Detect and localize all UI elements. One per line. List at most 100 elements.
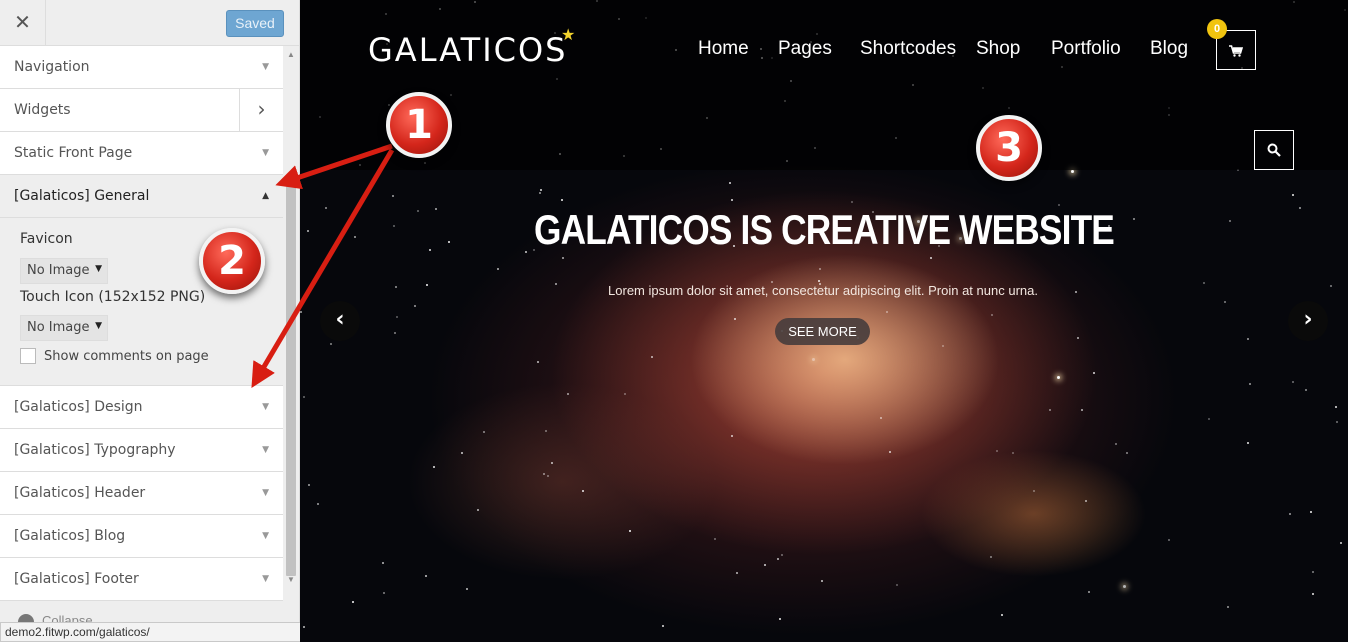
step-marker-1: 1 [386, 92, 452, 158]
star-dot [1312, 593, 1314, 595]
search-icon [1267, 143, 1281, 157]
star-dot [582, 490, 584, 492]
customizer-sidebar: ✕ Saved Navigation ▼ Widgets › Static Fr… [0, 0, 300, 642]
star-dot [1077, 337, 1079, 339]
site-header [300, 0, 1348, 170]
touch-icon-label: Touch Icon (152x152 PNG) [20, 289, 206, 305]
section-label: [Galaticos] Header [14, 485, 146, 501]
star-dot [354, 236, 356, 238]
star-dot [851, 201, 853, 203]
star-dot [562, 257, 564, 259]
hero-text: Lorem ipsum dolor sit amet, consectetur … [608, 283, 1038, 298]
touch-icon-select[interactable]: No Image ▼ [20, 315, 108, 341]
star-dot [1247, 442, 1249, 444]
favicon-label: Favicon [20, 231, 73, 247]
slider-next-icon[interactable]: › [1288, 301, 1328, 341]
favicon-select[interactable]: No Image ▼ [20, 258, 108, 284]
step-marker-3: 3 [976, 115, 1042, 181]
star-dot [1292, 194, 1294, 196]
nav-item-shortcodes[interactable]: Shortcodes [860, 38, 956, 60]
star-dot [567, 393, 569, 395]
star-dot [1123, 585, 1126, 588]
favicon-select-value: No Image [27, 263, 90, 278]
step-marker-2: 2 [199, 228, 265, 294]
section-galaticos-general[interactable]: [Galaticos] General ▲ [0, 175, 283, 218]
section-static-front-page[interactable]: Static Front Page ▼ [0, 132, 283, 175]
scrollbar-thumb[interactable] [286, 182, 296, 576]
section-galaticos-design[interactable]: [Galaticos] Design ▼ [0, 386, 283, 429]
star-dot [779, 618, 781, 620]
star-dot [1335, 406, 1337, 408]
logo-star-icon: ★ [561, 27, 576, 44]
section-galaticos-footer[interactable]: [Galaticos] Footer ▼ [0, 558, 283, 601]
nav-item-shop[interactable]: Shop [976, 38, 1020, 60]
star-dot [991, 314, 993, 316]
star-dot [819, 268, 821, 270]
site-logo[interactable]: GALATICOS [368, 31, 567, 69]
sidebar-scrollbar[interactable]: ▲ ▼ [284, 46, 298, 588]
caret-down-icon: ▼ [262, 445, 269, 455]
section-galaticos-blog[interactable]: [Galaticos] Blog ▼ [0, 515, 283, 558]
caret-down-icon: ▼ [262, 402, 269, 412]
star-dot [777, 558, 779, 560]
star-dot [461, 452, 463, 454]
star-dot [540, 189, 542, 191]
caret-down-icon: ▼ [262, 62, 269, 72]
section-label: Widgets [14, 102, 71, 118]
scroll-down-icon[interactable]: ▼ [287, 575, 295, 584]
section-widgets[interactable]: Widgets › [0, 89, 283, 132]
star-dot [433, 466, 435, 468]
star-dot [330, 343, 332, 345]
star-dot [889, 451, 891, 453]
section-galaticos-typography[interactable]: [Galaticos] Typography ▼ [0, 429, 283, 472]
section-label: Navigation [14, 59, 90, 75]
star-dot [537, 361, 539, 363]
nav-item-blog[interactable]: Blog [1150, 38, 1188, 60]
search-button[interactable] [1254, 130, 1294, 170]
star-dot [1033, 490, 1035, 492]
star-dot [539, 192, 541, 194]
star-dot [1115, 443, 1117, 445]
star-dot [736, 572, 738, 574]
scroll-up-icon[interactable]: ▲ [287, 50, 295, 59]
star-dot [1289, 513, 1291, 515]
caret-down-icon: ▼ [262, 488, 269, 498]
star-dot [1057, 376, 1060, 379]
star-dot [352, 601, 354, 603]
star-dot [731, 199, 733, 201]
section-galaticos-header[interactable]: [Galaticos] Header ▼ [0, 472, 283, 515]
nav-item-home[interactable]: Home [698, 38, 749, 60]
show-comments-label: Show comments on page [44, 349, 209, 364]
star-dot [1224, 301, 1226, 303]
saved-button[interactable]: Saved [226, 10, 284, 37]
section-navigation[interactable]: Navigation ▼ [0, 46, 283, 89]
star-dot [896, 584, 898, 586]
star-dot [483, 431, 485, 433]
nav-item-pages[interactable]: Pages [778, 38, 832, 60]
chevron-right-icon[interactable]: › [239, 89, 283, 131]
star-dot [729, 182, 731, 184]
star-dot [1081, 409, 1083, 411]
star-dot [382, 562, 384, 564]
star-dot [812, 358, 815, 361]
see-more-button[interactable]: SEE MORE [775, 318, 870, 345]
star-dot [651, 356, 653, 358]
close-icon[interactable]: ✕ [0, 0, 46, 45]
star-dot [714, 538, 716, 540]
slider-prev-icon[interactable]: ‹ [320, 301, 360, 341]
cart-count-badge: 0 [1207, 19, 1227, 39]
star-dot [1126, 452, 1128, 454]
star-dot [1336, 421, 1338, 423]
caret-down-icon: ▼ [262, 148, 269, 158]
star-dot [394, 332, 396, 334]
nav-item-portfolio[interactable]: Portfolio [1051, 38, 1121, 60]
star-dot [781, 554, 783, 556]
show-comments-checkbox[interactable] [20, 348, 36, 364]
star-dot [821, 580, 823, 582]
star-dot [1312, 571, 1314, 573]
star-dot [1305, 389, 1307, 391]
star-dot [629, 530, 631, 532]
star-dot [1088, 591, 1090, 593]
star-dot [561, 199, 563, 201]
star-dot [1093, 372, 1095, 374]
